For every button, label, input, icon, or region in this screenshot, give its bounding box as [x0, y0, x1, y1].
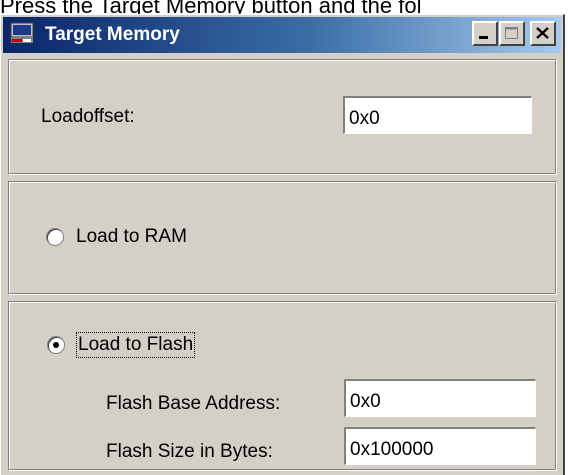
load-to-ram-label[interactable]: Load to RAM: [76, 226, 187, 248]
window-title: Target Memory: [45, 24, 180, 45]
flash-size-input[interactable]: [344, 427, 536, 465]
maximize-icon: [505, 27, 518, 39]
loadoffset-label: Loadoffset:: [41, 106, 135, 127]
load-to-flash-radio[interactable]: [47, 336, 65, 354]
flash-size-label: Flash Size in Bytes:: [106, 441, 273, 462]
minimize-icon: [479, 36, 488, 39]
loadoffset-panel: Loadoffset:: [8, 59, 557, 175]
load-to-ram-radio[interactable]: [46, 228, 64, 246]
flash-base-address-label: Flash Base Address:: [106, 393, 281, 414]
radio-selected-dot: [53, 342, 59, 348]
close-button[interactable]: [530, 21, 556, 46]
title-bar[interactable]: Target Memory: [3, 17, 561, 53]
loadoffset-input[interactable]: [343, 96, 532, 134]
minimize-button[interactable]: [472, 21, 498, 46]
load-to-flash-panel: Load to Flash Flash Base Address: Flash …: [8, 301, 557, 471]
close-icon: [536, 27, 549, 39]
app-icon: [10, 22, 34, 43]
flash-base-address-input[interactable]: [344, 379, 536, 417]
load-to-flash-label[interactable]: Load to Flash: [75, 332, 196, 358]
load-to-ram-panel: Load to RAM: [8, 181, 557, 295]
maximize-button[interactable]: [499, 21, 525, 46]
target-memory-window: Target Memory Loadoffset: Load to RAM: [0, 14, 565, 475]
